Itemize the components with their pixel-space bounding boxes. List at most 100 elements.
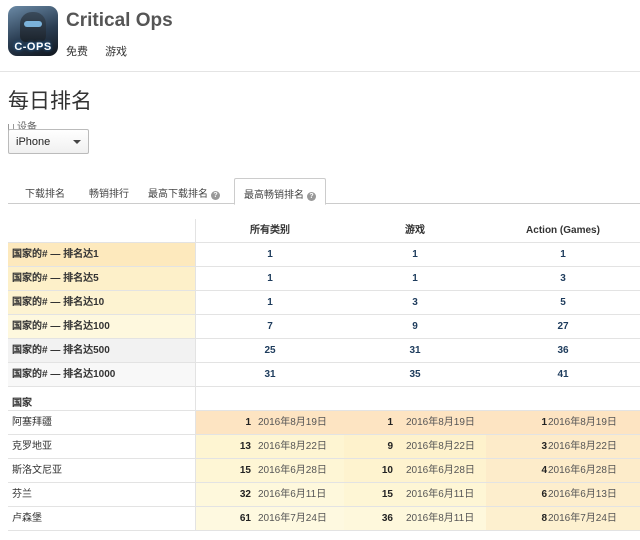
rank-cell: 4 2016年6月28日 [486,459,640,482]
tab-label: 下载排名 [25,189,65,200]
country-row[interactable]: 斯洛文尼亚 15 2016年6月28日 10 2016年6月28日 4 2016年6月28日 [8,459,640,483]
rank-value: 32 [239,489,251,500]
rank-date: 2016年6月11日 [258,489,327,500]
chevron-down-icon [73,140,81,144]
threshold-row: 国家的# — 排名达1 1 1 1 [8,243,640,267]
rank-date: 2016年8月19日 [548,417,617,428]
rankings-table: 所有类别 游戏 Action (Games) 国家的# — 排名达1 1 1 1 国家的… [8,219,640,531]
rank-cell: 3 2016年8月22日 [486,435,640,458]
rank-cell: 36 2016年8月11日 [344,507,486,530]
rank-cell: 8 2016年7月24日 [486,507,640,530]
table-header-row: 所有类别 游戏 Action (Games) [8,219,640,243]
tab-downloads-rank[interactable]: 下载排名 [16,178,74,204]
rank-cell: 15 2016年6月11日 [344,483,486,506]
rank-value: 1 [245,417,251,428]
rank-date: 2016年6月28日 [258,465,327,476]
threshold-count: 1 [267,249,273,260]
rank-value: 4 [541,465,547,476]
app-icon-logo-text: C-OPS [14,41,52,53]
rank-cell: 9 2016年8月22日 [344,435,486,458]
rank-cell: 1 2016年8月19日 [196,411,344,434]
rank-value: 1 [541,417,547,428]
rank-date: 2016年6月13日 [548,489,617,500]
country-name[interactable]: 卢森堡 [8,507,196,530]
country-row[interactable]: 阿塞拜疆 1 2016年8月19日 1 2016年8月19日 1 2016年8月19日 [8,411,640,435]
page-title: 每日排名 [8,90,92,113]
rank-value: 15 [239,465,251,476]
help-icon[interactable]: ? [307,192,316,201]
app-price: 免费 [66,46,88,58]
threshold-count: 1 [267,273,273,284]
threshold-label: 国家的# — 排名达1000 [8,363,196,386]
threshold-count: 31 [264,369,276,380]
tab-top-downloads-rank[interactable]: 最高下载排名? [142,178,226,204]
rank-cell: 32 2016年6月11日 [196,483,344,506]
threshold-count: 31 [409,345,421,356]
rank-value: 3 [541,441,547,452]
threshold-label: 国家的# — 排名达100 [8,315,196,338]
rank-cell: 6 2016年6月13日 [486,483,640,506]
app-meta: 免费 游戏 [66,43,141,59]
rank-value: 15 [381,489,393,500]
tab-top-grossing-rank[interactable]: 最高畅销排名? [234,178,326,205]
threshold-count: 5 [560,297,566,308]
rank-cell: 61 2016年7月24日 [196,507,344,530]
rank-value: 8 [541,513,547,524]
rank-value: 10 [381,465,393,476]
rank-cell: 13 2016年8月22日 [196,435,344,458]
column-header-all-categories[interactable]: 所有类别 [196,219,344,242]
rank-value: 36 [381,513,393,524]
help-icon[interactable]: ? [211,191,220,200]
country-name[interactable]: 阿塞拜疆 [8,411,196,434]
rank-cell: 15 2016年6月28日 [196,459,344,482]
column-header-games[interactable]: 游戏 [344,219,486,242]
tab-label: 畅销排行 [89,189,129,200]
country-name[interactable]: 芬兰 [8,483,196,506]
rank-date: 2016年8月11日 [406,513,475,524]
column-header-action-games[interactable]: Action (Games) [486,219,640,242]
app-icon[interactable]: C-OPS [8,6,58,56]
header-blank [8,219,196,242]
threshold-row: 国家的# — 排名达10 1 3 5 [8,291,640,315]
app-category[interactable]: 游戏 [105,46,127,58]
threshold-count: 25 [264,345,276,356]
threshold-count: 35 [409,369,421,380]
rank-date: 2016年7月24日 [258,513,327,524]
rank-date: 2016年6月28日 [548,465,617,476]
country-name[interactable]: 克罗地亚 [8,435,196,458]
threshold-count: 1 [412,273,418,284]
app-title[interactable]: Critical Ops [66,10,173,32]
tab-grossing-rank[interactable]: 畅销排行 [80,178,138,204]
rank-date: 2016年8月19日 [406,417,475,428]
tab-label: 最高下载排名 [148,189,208,200]
threshold-count: 1 [412,249,418,260]
visor-graphic [24,21,42,27]
rank-date: 2016年8月22日 [258,441,327,452]
country-row[interactable]: 卢森堡 61 2016年7月24日 36 2016年8月11日 8 2016年7月24日 [8,507,640,531]
device-selected-value: iPhone [16,136,51,148]
threshold-label: 国家的# — 排名达500 [8,339,196,362]
tab-label: 最高畅销排名 [244,190,304,201]
rank-date: 2016年8月22日 [406,441,475,452]
country-row[interactable]: 克罗地亚 13 2016年8月22日 9 2016年8月22日 3 2016年8月22日 [8,435,640,459]
threshold-row: 国家的# — 排名达500 25 31 36 [8,339,640,363]
threshold-count: 3 [560,273,566,284]
rank-cell: 10 2016年6月28日 [344,459,486,482]
country-section-header: 国家 [8,387,640,411]
app-header: C-OPS Critical Ops 免费 游戏 [0,0,640,72]
rank-date: 2016年8月22日 [548,441,617,452]
threshold-label: 国家的# — 排名达1 [8,243,196,266]
country-name[interactable]: 斯洛文尼亚 [8,459,196,482]
device-select[interactable]: iPhone [8,129,89,154]
rank-value: 6 [541,489,547,500]
rank-date: 2016年7月24日 [548,513,617,524]
threshold-row: 国家的# — 排名达100 7 9 27 [8,315,640,339]
threshold-row: 国家的# — 排名达1000 31 35 41 [8,363,640,387]
rank-value: 61 [239,513,251,524]
country-header: 国家 [8,387,196,411]
country-row[interactable]: 芬兰 32 2016年6月11日 15 2016年6月11日 6 2016年6月13日 [8,483,640,507]
threshold-count: 41 [557,369,569,380]
threshold-count: 7 [267,321,273,332]
threshold-label: 国家的# — 排名达5 [8,267,196,290]
threshold-count: 36 [557,345,569,356]
